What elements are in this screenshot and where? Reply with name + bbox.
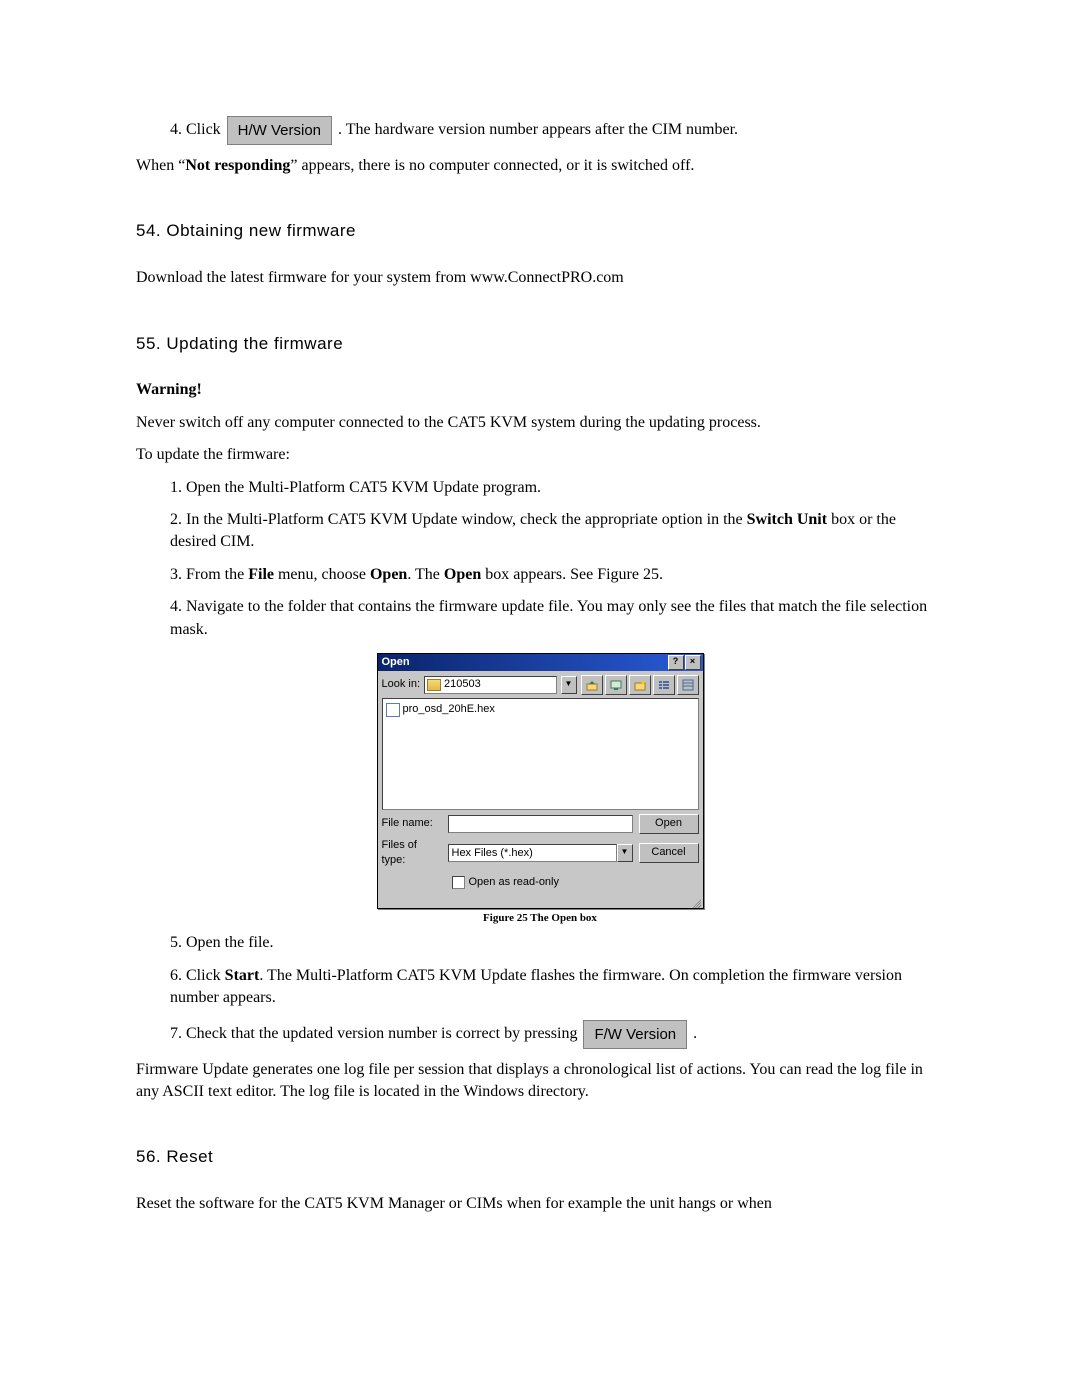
file-icon [386, 703, 400, 717]
desktop-icon[interactable] [605, 675, 627, 695]
text: . The hardware version number appears af… [338, 121, 738, 138]
text: . [693, 1025, 697, 1042]
start-bold: Start [225, 967, 260, 984]
help-button[interactable]: ? [668, 655, 684, 670]
open-dialog: Open ? × Look in: 210503 ▼ [377, 653, 704, 909]
text: 7. Check that the updated version number… [170, 1025, 581, 1042]
text: When “ [136, 157, 185, 174]
list-item[interactable]: pro_osd_20hE.hex [386, 702, 695, 717]
text: 4. Click [170, 121, 225, 138]
up-folder-icon[interactable] [581, 675, 603, 695]
open-button[interactable]: Open [639, 814, 699, 834]
chevron-down-icon[interactable]: ▼ [617, 844, 633, 862]
step-4-line: 4. Click H/W Version . The hardware vers… [136, 116, 944, 145]
lookin-label: Look in: [382, 677, 421, 692]
sec55-never: Never switch off any computer connected … [136, 412, 944, 434]
not-responding-bold: Not responding [185, 157, 290, 174]
filetype-combo[interactable]: Hex Files (*.hex) [448, 844, 617, 862]
dialog-toolbar: Look in: 210503 ▼ [378, 671, 703, 698]
open-bold: Open [370, 566, 407, 583]
file-bold: File [248, 566, 274, 583]
cancel-button[interactable]: Cancel [639, 843, 699, 863]
lookin-combo[interactable]: 210503 [424, 676, 556, 694]
list-item: 2. In the Multi-Platform CAT5 KVM Update… [136, 509, 944, 554]
filename-label: File name: [382, 816, 442, 831]
new-folder-icon[interactable] [629, 675, 651, 695]
text: 6. Click [170, 967, 225, 984]
filename-input[interactable] [448, 815, 633, 833]
sec55-logline: Firmware Update generates one log file p… [136, 1059, 944, 1104]
text: menu, choose [274, 566, 370, 583]
open-bold: Open [444, 566, 481, 583]
switch-unit-bold: Switch Unit [747, 511, 827, 528]
list-item: 3. From the File menu, choose Open. The … [136, 564, 944, 586]
text: . The Multi-Platform CAT5 KVM Update fla… [170, 967, 902, 1006]
dialog-titlebar: Open ? × [378, 654, 703, 671]
not-responding-line: When “Not responding” appears, there is … [136, 155, 944, 177]
text: box appears. See Figure 25. [481, 566, 663, 583]
sec55-toupdate: To update the firmware: [136, 444, 944, 466]
list-item: 6. Click Start. The Multi-Platform CAT5 … [136, 965, 944, 1010]
lookin-value: 210503 [444, 677, 481, 692]
list-item: 4. Navigate to the folder that contains … [136, 596, 944, 641]
fw-version-button[interactable]: F/W Version [583, 1020, 687, 1049]
details-view-icon[interactable] [677, 675, 699, 695]
file-name: pro_osd_20hE.hex [403, 702, 495, 717]
list-item: 7. Check that the updated version number… [136, 1020, 944, 1049]
warning-label: Warning! [136, 379, 944, 401]
text: ” appears, there is no computer connecte… [290, 157, 694, 174]
heading-54: 54. Obtaining new firmware [136, 219, 944, 243]
dialog-title: Open [382, 655, 410, 670]
folder-icon [427, 679, 441, 691]
heading-55: 55. Updating the firmware [136, 332, 944, 356]
close-button[interactable]: × [685, 655, 701, 670]
resize-grip[interactable] [378, 898, 703, 908]
sec56-body: Reset the software for the CAT5 KVM Mana… [136, 1193, 944, 1215]
sec54-body: Download the latest firmware for your sy… [136, 267, 944, 289]
file-list[interactable]: pro_osd_20hE.hex [382, 698, 699, 810]
readonly-checkbox[interactable] [452, 876, 465, 889]
filetype-label: Files of type: [382, 838, 442, 869]
figure-caption: Figure 25 The Open box [136, 911, 944, 926]
list-view-icon[interactable] [653, 675, 675, 695]
list-item: 1. Open the Multi-Platform CAT5 KVM Upda… [136, 477, 944, 499]
text: . The [407, 566, 444, 583]
chevron-down-icon[interactable]: ▼ [561, 676, 577, 694]
heading-56: 56. Reset [136, 1145, 944, 1169]
text: 3. From the [170, 566, 248, 583]
hw-version-button[interactable]: H/W Version [227, 116, 332, 145]
text: 2. In the Multi-Platform CAT5 KVM Update… [170, 511, 747, 528]
list-item: 5. Open the file. [136, 932, 944, 954]
readonly-label: Open as read-only [469, 875, 560, 890]
